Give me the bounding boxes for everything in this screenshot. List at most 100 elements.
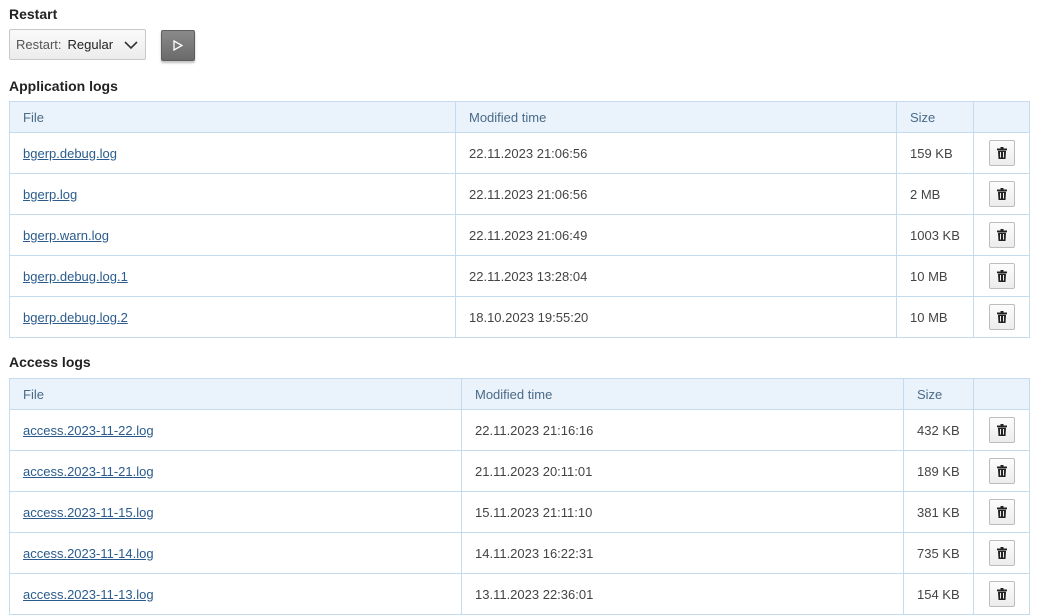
- access-logs-table: File Modified time Size access.2023-11-2…: [9, 378, 1030, 615]
- size-cell: 189 KB: [903, 450, 974, 492]
- size-cell: 1003 KB: [896, 214, 974, 256]
- file-link[interactable]: access.2023-11-15.log: [23, 505, 154, 520]
- file-cell: access.2023-11-21.log: [9, 450, 462, 492]
- size-cell: 10 MB: [896, 255, 974, 297]
- table-row: access.2023-11-21.log 21.11.2023 20:11:01…: [9, 450, 1030, 492]
- table-row: access.2023-11-15.log 15.11.2023 21:11:10…: [9, 491, 1030, 533]
- action-cell: [973, 173, 1030, 215]
- column-header-modified: Modified time: [461, 378, 904, 410]
- modified-time-cell: 22.11.2023 21:16:16: [461, 409, 904, 451]
- trash-icon: [996, 188, 1007, 200]
- file-link[interactable]: access.2023-11-22.log: [23, 423, 154, 438]
- action-cell: [973, 450, 1030, 492]
- table-row: bgerp.debug.log.1 22.11.2023 13:28:04 10 M…: [9, 255, 1030, 297]
- delete-button[interactable]: [988, 140, 1015, 166]
- table-row: access.2023-11-13.log 13.11.2023 22:36:01…: [9, 573, 1030, 615]
- access-logs-title: Access logs: [9, 354, 91, 370]
- file-cell: bgerp.debug.log: [9, 132, 456, 174]
- column-header-actions: [973, 101, 1030, 133]
- trash-icon: [996, 424, 1007, 436]
- file-cell: bgerp.debug.log.1: [9, 255, 456, 297]
- column-header-file: File: [9, 378, 462, 410]
- action-cell: [973, 573, 1030, 615]
- table-header-row: File Modified time Size: [9, 101, 1030, 133]
- trash-icon: [996, 465, 1007, 477]
- action-cell: [973, 409, 1030, 451]
- column-header-size: Size: [896, 101, 974, 133]
- application-logs-table: File Modified time Size bgerp.debug.log 2…: [9, 101, 1030, 338]
- trash-icon: [996, 270, 1007, 282]
- file-link[interactable]: bgerp.debug.log.1: [23, 269, 128, 284]
- table-row: bgerp.debug.log.2 18.10.2023 19:55:20 10 M…: [9, 296, 1030, 338]
- delete-button[interactable]: [988, 417, 1015, 443]
- modified-time-cell: 18.10.2023 19:55:20: [455, 296, 897, 338]
- action-cell: [973, 491, 1030, 533]
- restart-mode-select[interactable]: Restart: Regular: [9, 29, 146, 60]
- trash-icon: [996, 506, 1007, 518]
- delete-button[interactable]: [988, 540, 1015, 566]
- size-cell: 154 KB: [903, 573, 974, 615]
- size-cell: 381 KB: [903, 491, 974, 533]
- size-cell: 159 KB: [896, 132, 974, 174]
- restart-select-prefix: Restart:: [16, 37, 62, 52]
- table-row: bgerp.warn.log 22.11.2023 21:06:49 1003 KB: [9, 214, 1030, 256]
- file-link[interactable]: access.2023-11-14.log: [23, 546, 154, 561]
- file-cell: access.2023-11-14.log: [9, 532, 462, 574]
- file-cell: bgerp.log: [9, 173, 456, 215]
- file-link[interactable]: access.2023-11-21.log: [23, 464, 154, 479]
- column-header-actions: [973, 378, 1030, 410]
- file-link[interactable]: bgerp.log: [23, 187, 77, 202]
- action-cell: [973, 214, 1030, 256]
- table-row: bgerp.log 22.11.2023 21:06:56 2 MB: [9, 173, 1030, 215]
- restart-select-value: Regular: [67, 37, 114, 52]
- table-row: access.2023-11-22.log 22.11.2023 21:16:16…: [9, 409, 1030, 451]
- action-cell: [973, 132, 1030, 174]
- size-cell: 2 MB: [896, 173, 974, 215]
- action-cell: [973, 255, 1030, 297]
- modified-time-cell: 21.11.2023 20:11:01: [461, 450, 904, 492]
- delete-button[interactable]: [988, 222, 1015, 248]
- modified-time-cell: 13.11.2023 22:36:01: [461, 573, 904, 615]
- file-link[interactable]: bgerp.debug.log.2: [23, 310, 128, 325]
- size-cell: 735 KB: [903, 532, 974, 574]
- trash-icon: [996, 311, 1007, 323]
- file-link[interactable]: bgerp.warn.log: [23, 228, 109, 243]
- trash-icon: [996, 547, 1007, 559]
- file-cell: bgerp.debug.log.2: [9, 296, 456, 338]
- delete-button[interactable]: [988, 263, 1015, 289]
- delete-button[interactable]: [988, 499, 1015, 525]
- delete-button[interactable]: [988, 581, 1015, 607]
- trash-icon: [996, 588, 1007, 600]
- file-link[interactable]: bgerp.debug.log: [23, 146, 117, 161]
- chevron-down-icon: [124, 41, 138, 50]
- file-cell: access.2023-11-15.log: [9, 491, 462, 533]
- modified-time-cell: 22.11.2023 13:28:04: [455, 255, 897, 297]
- table-header-row: File Modified time Size: [9, 378, 1030, 410]
- application-logs-title: Application logs: [9, 78, 118, 94]
- access-logs-body: access.2023-11-22.log 22.11.2023 21:16:16…: [9, 409, 1030, 615]
- modified-time-cell: 22.11.2023 21:06:56: [455, 132, 897, 174]
- restart-title: Restart: [9, 6, 58, 22]
- column-header-modified: Modified time: [455, 101, 897, 133]
- modified-time-cell: 14.11.2023 16:22:31: [461, 532, 904, 574]
- delete-button[interactable]: [988, 304, 1015, 330]
- delete-button[interactable]: [988, 181, 1015, 207]
- application-logs-body: bgerp.debug.log 22.11.2023 21:06:56 159 KB…: [9, 132, 1030, 338]
- column-header-file: File: [9, 101, 456, 133]
- restart-run-button[interactable]: [161, 30, 195, 61]
- action-cell: [973, 296, 1030, 338]
- size-cell: 432 KB: [903, 409, 974, 451]
- file-cell: bgerp.warn.log: [9, 214, 456, 256]
- modified-time-cell: 15.11.2023 21:11:10: [461, 491, 904, 533]
- file-cell: access.2023-11-22.log: [9, 409, 462, 451]
- file-cell: access.2023-11-13.log: [9, 573, 462, 615]
- file-link[interactable]: access.2023-11-13.log: [23, 587, 154, 602]
- column-header-size: Size: [903, 378, 974, 410]
- trash-icon: [996, 229, 1007, 241]
- trash-icon: [996, 147, 1007, 159]
- delete-button[interactable]: [988, 458, 1015, 484]
- modified-time-cell: 22.11.2023 21:06:56: [455, 173, 897, 215]
- size-cell: 10 MB: [896, 296, 974, 338]
- table-row: access.2023-11-14.log 14.11.2023 16:22:31…: [9, 532, 1030, 574]
- modified-time-cell: 22.11.2023 21:06:49: [455, 214, 897, 256]
